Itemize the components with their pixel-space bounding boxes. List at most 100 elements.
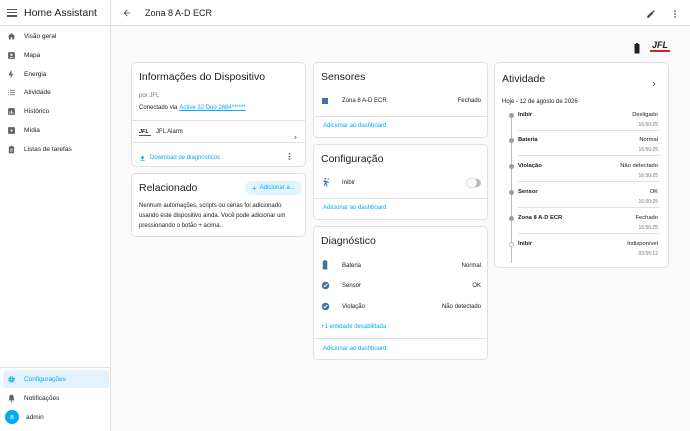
diagnostic-label: Sensor xyxy=(342,283,362,289)
related-title: Relacionado xyxy=(139,182,198,194)
gear-icon xyxy=(7,375,16,384)
lightning-icon xyxy=(7,70,16,79)
sidebar-item-user[interactable]: a admin xyxy=(3,408,109,426)
sidebar-divider xyxy=(0,367,111,368)
sidebar-item-notifications[interactable]: Notificações xyxy=(3,389,109,407)
plus-icon: + xyxy=(252,183,257,193)
chevron-right-icon xyxy=(292,128,299,146)
check-circle-icon xyxy=(321,298,330,316)
sidebar-item-label: Energia xyxy=(24,70,47,78)
top-bar: Zona 8 A-D ECR xyxy=(111,0,690,26)
door-closed-icon xyxy=(321,92,329,110)
timeline-line xyxy=(511,113,512,263)
device-info-title: Informações do Dispositivo xyxy=(139,71,266,83)
sidebar-item-map[interactable]: Mapa xyxy=(3,46,109,64)
diagnostic-row-sensor[interactable]: Sensor OK xyxy=(321,280,481,292)
configuration-card: Configuração Inibir Adicionar ao dashboa… xyxy=(313,144,488,220)
bell-icon xyxy=(7,394,16,403)
list-icon xyxy=(7,88,16,97)
sidebar-item-todo[interactable]: Listas de tarefas xyxy=(3,140,109,158)
inhibit-label: Inibir xyxy=(342,180,356,186)
event-label[interactable]: Zona 8 A-D ECR xyxy=(518,215,562,221)
sidebar-item-overview[interactable]: Visão geral xyxy=(3,27,109,45)
event-label[interactable]: Bateria xyxy=(518,137,538,143)
sidebar-item-settings[interactable]: Configurações xyxy=(3,370,109,388)
app-title: Home Assistant xyxy=(24,6,97,19)
event-time: 03:55:12 xyxy=(638,251,658,257)
disabled-entities-link[interactable]: +1 entidade desabilitada xyxy=(321,324,386,330)
edit-pencil-icon[interactable] xyxy=(646,6,656,24)
inhibit-toggle[interactable] xyxy=(467,178,481,188)
sidebar-item-label: Visão geral xyxy=(24,32,57,40)
sidebar: Home Assistant Visão geral Mapa Energia … xyxy=(0,0,111,431)
integration-row[interactable]: JFL JFL Alarm xyxy=(139,125,299,140)
related-empty-text: Nenhum automações, scripts ou cenas foi … xyxy=(139,203,286,229)
sidebar-item-label: Listas de tarefas xyxy=(24,145,72,153)
activity-date: Hoje - 12 de agosto de 2026 xyxy=(502,99,578,105)
sensor-entity-name: Zona 8 A-D ECR xyxy=(342,98,387,104)
battery-icon xyxy=(321,257,329,275)
battery-full-icon xyxy=(634,41,640,59)
more-vertical-icon[interactable] xyxy=(670,6,680,24)
event-label[interactable]: Sensor xyxy=(518,189,538,195)
event-state: OK xyxy=(649,189,658,195)
timeline-dot xyxy=(509,242,514,247)
sidebar-item-energy[interactable]: Energia xyxy=(3,65,109,83)
sensors-title: Sensores xyxy=(321,71,366,83)
event-state: Normal xyxy=(639,137,658,143)
event-label[interactable]: Violação xyxy=(518,163,542,169)
inhibit-row: Inibir xyxy=(321,177,481,189)
sidebar-item-label: Mapa xyxy=(24,51,41,59)
diagnostic-row-tamper[interactable]: Violação Não detectado xyxy=(321,301,481,313)
divider xyxy=(314,338,487,339)
timeline-dot xyxy=(509,216,514,221)
timeline-divider xyxy=(518,181,660,182)
timeline-divider xyxy=(518,233,660,234)
download-icon xyxy=(139,149,146,167)
event-time: 16:50:25 xyxy=(638,147,658,153)
more-vertical-icon[interactable] xyxy=(285,148,294,166)
diagnostics-card: Diagnóstico Bateria Normal Sensor OK Vio… xyxy=(313,226,488,360)
sensors-card: Sensores Zona 8 A-D ECR Fechado Adiciona… xyxy=(313,62,488,138)
event-label[interactable]: Inibir xyxy=(518,241,532,247)
brand-logo: JFL xyxy=(650,40,670,52)
event-time: 16:50:25 xyxy=(638,122,658,128)
divider xyxy=(314,116,487,117)
related-card: Relacionado + Adicionar a... Nenhum auto… xyxy=(131,173,306,237)
sidebar-item-label: Configurações xyxy=(24,375,66,383)
sidebar-item-label: Atividade xyxy=(24,88,51,96)
configuration-title: Configuração xyxy=(321,153,384,165)
diagnostics-add-dashboard-button[interactable]: Adicionar ao dashboard xyxy=(323,346,386,352)
event-label[interactable]: Inibir xyxy=(518,112,532,118)
configuration-add-dashboard-button[interactable]: Adicionar ao dashboard xyxy=(323,205,386,211)
event-state: Não detectado xyxy=(620,163,658,169)
event-time: 16:50:25 xyxy=(638,173,658,179)
sensors-add-dashboard-button[interactable]: Adicionar ao dashboard xyxy=(323,123,386,129)
hub-link[interactable]: Active 32 Duo 2684****** xyxy=(179,105,245,111)
menu-icon[interactable] xyxy=(7,8,17,17)
divider xyxy=(132,142,305,143)
diagnostic-state: Não detectado xyxy=(441,304,481,310)
timeline-divider xyxy=(518,130,660,131)
chevron-right-icon[interactable] xyxy=(650,75,658,93)
sensor-entity-row[interactable]: Zona 8 A-D ECR Fechado xyxy=(321,96,481,106)
download-diagnostics-button[interactable]: Download de diagnósticos xyxy=(139,149,220,167)
sidebar-item-label: Notificações xyxy=(24,394,60,402)
avatar: a xyxy=(5,410,19,424)
sidebar-item-history[interactable]: Histórico xyxy=(3,102,109,120)
page-title: Zona 8 A-D ECR xyxy=(145,7,213,18)
timeline-dot xyxy=(509,164,514,169)
diagnostic-label: Bateria xyxy=(342,263,362,269)
sidebar-item-label: Mídia xyxy=(24,126,40,134)
sidebar-item-activity[interactable]: Atividade xyxy=(3,83,109,101)
add-related-button[interactable]: + Adicionar a... xyxy=(245,181,302,195)
back-arrow-icon[interactable] xyxy=(121,7,133,19)
download-label: Download de diagnósticos xyxy=(150,155,221,161)
sidebar-item-media[interactable]: Mídia xyxy=(3,121,109,139)
connected-via-text: Conectado via xyxy=(139,105,178,111)
diagnostic-state: OK xyxy=(472,283,481,289)
timeline-dot xyxy=(509,113,514,118)
timeline-divider xyxy=(518,207,660,208)
diagnostic-row-battery[interactable]: Bateria Normal xyxy=(321,260,481,272)
chart-icon xyxy=(7,107,16,116)
